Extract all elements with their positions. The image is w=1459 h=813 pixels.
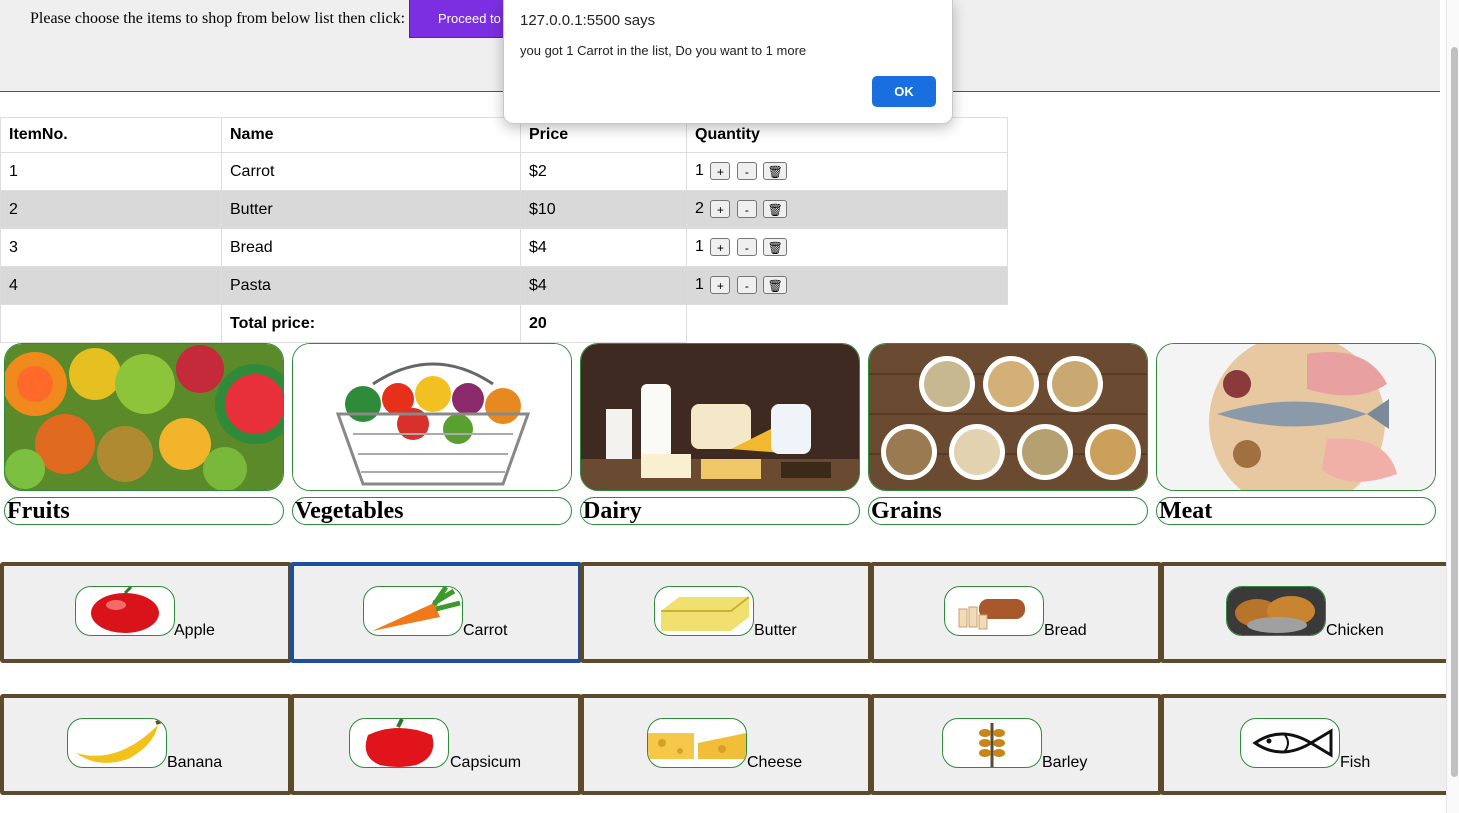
category-vegetables[interactable]: Vegetables xyxy=(292,343,572,525)
capsicum-icon[interactable] xyxy=(349,718,449,768)
apple-icon[interactable] xyxy=(75,586,175,636)
item-card-apple[interactable]: Apple xyxy=(0,562,292,663)
item-label: Carrot xyxy=(463,622,508,639)
table-row: 3 Bread $4 1 + - 🗑 xyxy=(0,228,1008,267)
total-value: 20 xyxy=(520,304,687,343)
item-card-barley[interactable]: Barley xyxy=(870,694,1162,795)
banana-icon[interactable] xyxy=(67,718,167,768)
item-no-cell: 3 xyxy=(0,228,222,267)
trash-icon[interactable]: 🗑 xyxy=(763,238,788,257)
butter-icon[interactable] xyxy=(654,586,754,636)
category-label[interactable]: Fruits xyxy=(4,497,284,525)
ok-button[interactable]: OK xyxy=(872,76,936,107)
item-label: Butter xyxy=(754,622,797,639)
decrease-button[interactable]: - xyxy=(736,200,757,219)
trash-icon[interactable]: 🗑 xyxy=(763,276,788,295)
vegetables-basket-photo[interactable] xyxy=(292,343,572,491)
trash-icon[interactable]: 🗑 xyxy=(763,200,788,219)
meat-fish-photo[interactable] xyxy=(1156,343,1436,491)
decrease-button[interactable]: - xyxy=(736,162,757,181)
item-name-cell: Carrot xyxy=(221,152,521,191)
category-label[interactable]: Meat xyxy=(1156,497,1436,525)
item-card-banana[interactable]: Banana xyxy=(0,694,292,795)
quantity-value: 1 xyxy=(695,238,704,256)
item-no-cell: 4 xyxy=(0,266,222,305)
barley-icon[interactable] xyxy=(942,718,1042,768)
category-grains[interactable]: Grains xyxy=(868,343,1148,525)
table-row: 4 Pasta $4 1 + - 🗑 xyxy=(0,266,1008,305)
column-header-name: Name xyxy=(221,117,521,153)
chicken-icon[interactable] xyxy=(1226,586,1326,636)
decrease-button[interactable]: - xyxy=(736,238,757,257)
cart-table: ItemNo. Name Price Quantity 1 Carrot $2 … xyxy=(0,117,1008,343)
item-label: Barley xyxy=(1042,754,1088,771)
table-row: 1 Carrot $2 1 + - 🗑 xyxy=(0,152,1008,191)
item-name-cell: Bread xyxy=(221,228,521,267)
quantity-value: 2 xyxy=(695,200,704,218)
increase-button[interactable]: + xyxy=(710,162,731,181)
quantity-cell: 1 + - 🗑 xyxy=(686,228,1008,267)
quantity-value: 1 xyxy=(695,276,704,294)
bread-icon[interactable] xyxy=(944,586,1044,636)
column-header-itemno: ItemNo. xyxy=(0,117,222,153)
quantity-cell: 1 + - 🗑 xyxy=(686,152,1008,191)
dialog-message: you got 1 Carrot in the list, Do you wan… xyxy=(520,43,807,58)
increase-button[interactable]: + xyxy=(710,200,731,219)
dialog-title: 127.0.0.1:5500 says xyxy=(520,12,656,29)
category-fruits[interactable]: Fruits xyxy=(4,343,284,525)
item-price-cell: $4 xyxy=(520,266,687,305)
quantity-cell: 2 + - 🗑 xyxy=(686,190,1008,229)
fish-icon[interactable] xyxy=(1240,718,1340,768)
category-label[interactable]: Grains xyxy=(868,497,1148,525)
item-label: Fish xyxy=(1340,754,1371,771)
item-label: Cheese xyxy=(747,754,803,771)
category-meat[interactable]: Meat xyxy=(1156,343,1436,525)
item-card-capsicum[interactable]: Capsicum xyxy=(290,694,582,795)
item-label: Banana xyxy=(167,754,223,771)
item-label: Bread xyxy=(1044,622,1087,639)
carrot-icon[interactable] xyxy=(363,586,463,636)
cheese-icon[interactable] xyxy=(647,718,747,768)
trash-icon[interactable]: 🗑 xyxy=(763,162,788,181)
item-label: Apple xyxy=(174,622,215,639)
item-card-fish[interactable]: Fish xyxy=(1160,694,1452,795)
increase-button[interactable]: + xyxy=(710,276,731,295)
category-label[interactable]: Dairy xyxy=(580,497,860,525)
item-no-cell: 2 xyxy=(0,190,222,229)
item-label: Chicken xyxy=(1326,622,1384,639)
quantity-value: 1 xyxy=(695,162,704,180)
total-row: Total price: 20 xyxy=(0,304,1008,343)
item-price-cell: $2 xyxy=(520,152,687,191)
item-name-cell: Pasta xyxy=(221,266,521,305)
empty-cell xyxy=(686,304,1008,343)
category-dairy[interactable]: Dairy xyxy=(580,343,860,525)
item-card-cheese[interactable]: Cheese xyxy=(580,694,872,795)
item-label: Capsicum xyxy=(450,754,522,771)
alert-dialog: 127.0.0.1:5500 says you got 1 Carrot in … xyxy=(503,0,953,124)
grains-photo[interactable] xyxy=(868,343,1148,491)
increase-button[interactable]: + xyxy=(710,238,731,257)
item-card-bread[interactable]: Bread xyxy=(870,562,1162,663)
quantity-cell: 1 + - 🗑 xyxy=(686,266,1008,305)
item-no-cell: 1 xyxy=(0,152,222,191)
item-card-chicken[interactable]: Chicken xyxy=(1160,562,1452,663)
decrease-button[interactable]: - xyxy=(736,276,757,295)
fruits-photo[interactable] xyxy=(4,343,284,491)
total-label: Total price: xyxy=(221,304,521,343)
category-label[interactable]: Vegetables xyxy=(292,497,572,525)
item-card-carrot[interactable]: Carrot xyxy=(290,562,582,663)
item-name-cell: Butter xyxy=(221,190,521,229)
instruction-text: Please choose the items to shop from bel… xyxy=(30,10,406,27)
item-price-cell: $10 xyxy=(520,190,687,229)
empty-cell xyxy=(0,304,222,343)
item-price-cell: $4 xyxy=(520,228,687,267)
dairy-photo[interactable] xyxy=(580,343,860,491)
item-card-butter[interactable]: Butter xyxy=(580,562,872,663)
scrollbar-thumb[interactable] xyxy=(1451,47,1458,777)
table-row: 2 Butter $10 2 + - 🗑 xyxy=(0,190,1008,229)
